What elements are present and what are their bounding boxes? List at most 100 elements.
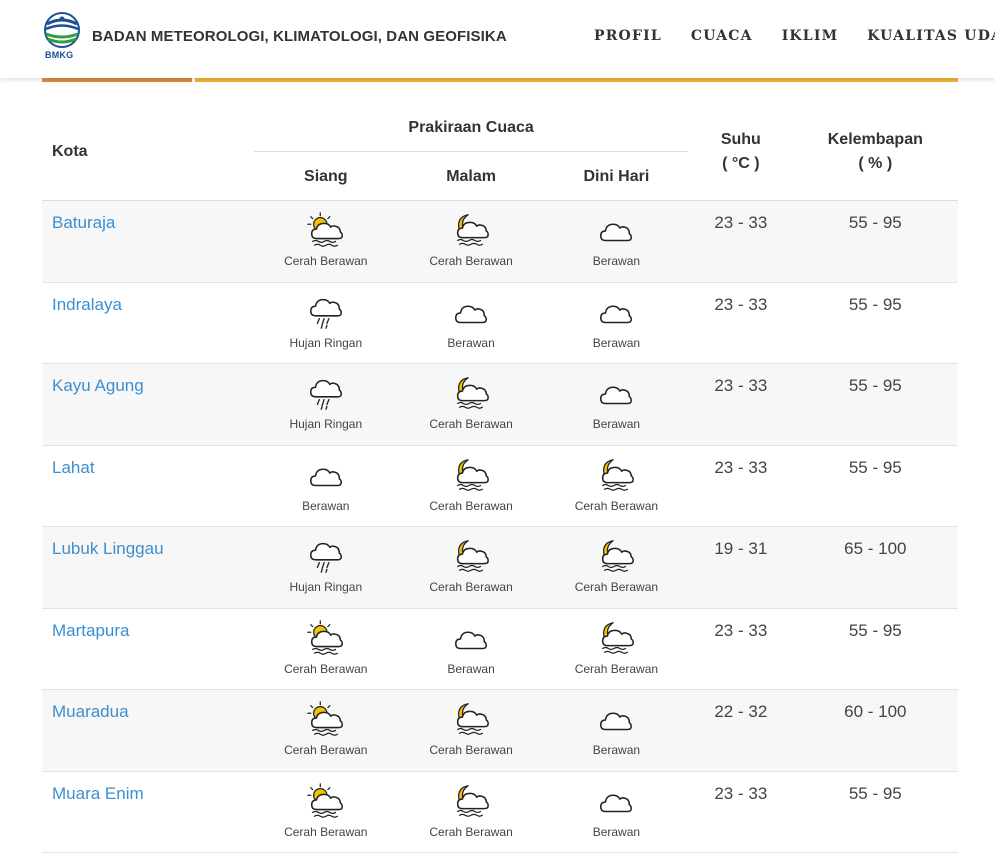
malam-cell: Cerah Berawan bbox=[398, 200, 544, 283]
col-header-temperature-unit: ( °C ) bbox=[722, 155, 760, 172]
col-header-temperature: Suhu ( °C ) bbox=[689, 104, 793, 201]
table-row: Lahat Berawan Cerah Berawan Cerah Berawa… bbox=[42, 445, 958, 527]
weather-label: Cerah Berawan bbox=[574, 661, 659, 676]
city-link[interactable]: Indralaya bbox=[52, 295, 122, 314]
dini-hari-cell: Berawan bbox=[543, 771, 690, 853]
col-header-humidity: Kelembapan ( % ) bbox=[792, 104, 958, 201]
col-header-dini-hari: Dini Hari bbox=[543, 153, 690, 201]
malam-cell: Cerah Berawan bbox=[398, 445, 544, 527]
humidity-value: 55 - 95 bbox=[792, 363, 958, 446]
dini-hari-cell: Berawan bbox=[543, 200, 690, 283]
siang-cell: Hujan Ringan bbox=[253, 363, 399, 446]
nav-profil[interactable]: PROFIL bbox=[594, 28, 662, 44]
humidity-value: 55 - 95 bbox=[792, 282, 958, 364]
dini-hari-cell: Cerah Berawan bbox=[543, 608, 690, 690]
weather-label: Berawan bbox=[592, 743, 641, 757]
temperature-value: 22 - 32 bbox=[689, 689, 793, 772]
malam-cell: Cerah Berawan bbox=[398, 689, 544, 772]
siang-cell: Cerah Berawan bbox=[253, 200, 399, 283]
weather-label: Cerah Berawan bbox=[429, 254, 513, 268]
weather-label: Cerah Berawan bbox=[429, 743, 513, 757]
accent-strip-orange bbox=[42, 78, 192, 82]
cloud-icon bbox=[309, 468, 342, 486]
cloud-icon bbox=[600, 386, 633, 405]
col-header-city: Kota bbox=[42, 104, 254, 201]
siang-cell: Hujan Ringan bbox=[253, 526, 399, 609]
weather-label: Cerah Berawan bbox=[429, 580, 513, 594]
malam-cell: Berawan bbox=[398, 282, 544, 364]
weather-label: Cerah Berawan bbox=[429, 417, 513, 431]
city-link[interactable]: Martapura bbox=[52, 621, 129, 640]
moon-cloud-icon bbox=[456, 540, 489, 572]
malam-cell: Cerah Berawan bbox=[398, 526, 544, 609]
humidity-value: 55 - 95 bbox=[792, 200, 958, 283]
city-link[interactable]: Lubuk Linggau bbox=[52, 539, 164, 558]
table-row: Kayu Agung Hujan Ringan Cerah Berawan Be… bbox=[42, 363, 958, 446]
city-link[interactable]: Muara Enim bbox=[52, 784, 144, 803]
sun-cloud-icon bbox=[307, 212, 343, 247]
rain-cloud-icon bbox=[309, 298, 342, 329]
humidity-value: 55 - 95 bbox=[792, 771, 958, 853]
temperature-value: 19 - 31 bbox=[689, 526, 793, 609]
col-header-forecast-label: Prakiraan Cuaca bbox=[254, 105, 689, 152]
dini-hari-cell: Cerah Berawan bbox=[543, 526, 690, 609]
city-link[interactable]: Lahat bbox=[52, 458, 95, 477]
weather-label: Berawan bbox=[592, 254, 641, 268]
temperature-value: 23 - 33 bbox=[689, 200, 793, 283]
rain-cloud-icon bbox=[309, 542, 342, 573]
city-cell: Indralaya bbox=[42, 282, 254, 364]
malam-cell: Berawan bbox=[398, 608, 544, 690]
cloud-icon bbox=[600, 794, 633, 812]
humidity-value: 55 - 95 bbox=[792, 608, 958, 690]
weather-label: Cerah Berawan bbox=[284, 824, 368, 839]
nav-kualitas-udara[interactable]: KUALITAS UDARA bbox=[867, 28, 995, 44]
moon-cloud-icon bbox=[456, 377, 489, 409]
table-row: Lubuk Linggau Hujan Ringan Cerah Berawan… bbox=[42, 526, 958, 609]
cloud-icon bbox=[455, 631, 488, 649]
city-link[interactable]: Baturaja bbox=[52, 213, 115, 232]
sun-cloud-icon bbox=[307, 701, 343, 736]
city-cell: Lahat bbox=[42, 445, 254, 527]
sun-cloud-icon bbox=[307, 619, 343, 655]
siang-cell: Hujan Ringan bbox=[253, 282, 399, 364]
weather-label: Cerah Berawan bbox=[284, 254, 368, 268]
site-header: BMKG BADAN METEOROLOGI, KLIMATOLOGI, DAN… bbox=[0, 0, 995, 78]
humidity-value: 60 - 100 bbox=[792, 689, 958, 772]
city-cell: Kayu Agung bbox=[42, 363, 254, 446]
col-header-humidity-unit: ( % ) bbox=[858, 155, 893, 172]
siang-cell: Cerah Berawan bbox=[253, 689, 399, 772]
weather-label: Berawan bbox=[447, 661, 495, 676]
city-link[interactable]: Kayu Agung bbox=[52, 376, 144, 395]
weather-label: Berawan bbox=[302, 498, 350, 513]
weather-label: Hujan Ringan bbox=[289, 580, 363, 594]
weather-label: Cerah Berawan bbox=[284, 661, 368, 676]
col-header-malam: Malam bbox=[398, 153, 544, 201]
weather-label: Cerah Berawan bbox=[574, 498, 659, 513]
moon-cloud-icon bbox=[456, 214, 489, 246]
city-link[interactable]: Muaradua bbox=[52, 702, 129, 721]
siang-cell: Berawan bbox=[253, 445, 399, 527]
weather-label: Berawan bbox=[592, 824, 641, 839]
agency-name[interactable]: BADAN METEOROLOGI, KLIMATOLOGI, DAN GEOF… bbox=[92, 28, 507, 45]
table-row: Martapura Cerah Berawan Berawan Cerah Be… bbox=[42, 608, 958, 690]
col-header-siang: Siang bbox=[253, 153, 399, 201]
logo-text: BMKG bbox=[45, 50, 74, 60]
city-cell: Baturaja bbox=[42, 200, 254, 283]
moon-cloud-icon bbox=[456, 458, 489, 491]
cloud-icon bbox=[600, 712, 633, 731]
weather-label: Berawan bbox=[592, 335, 641, 350]
dini-hari-cell: Berawan bbox=[543, 363, 690, 446]
moon-cloud-icon bbox=[602, 540, 635, 572]
city-cell: Lubuk Linggau bbox=[42, 526, 254, 609]
temperature-value: 23 - 33 bbox=[689, 363, 793, 446]
malam-cell: Cerah Berawan bbox=[398, 363, 544, 446]
cloud-icon bbox=[600, 223, 633, 242]
table-row: Muara Enim Cerah Berawan Cerah Berawan B… bbox=[42, 771, 958, 853]
temperature-value: 23 - 33 bbox=[689, 608, 793, 690]
sun-cloud-icon bbox=[307, 782, 343, 818]
weather-label: Berawan bbox=[592, 417, 641, 431]
dini-hari-cell: Berawan bbox=[543, 689, 690, 772]
siang-cell: Cerah Berawan bbox=[253, 771, 399, 853]
nav-cuaca[interactable]: CUACA bbox=[691, 28, 753, 44]
nav-iklim[interactable]: IKLIM bbox=[782, 28, 839, 44]
